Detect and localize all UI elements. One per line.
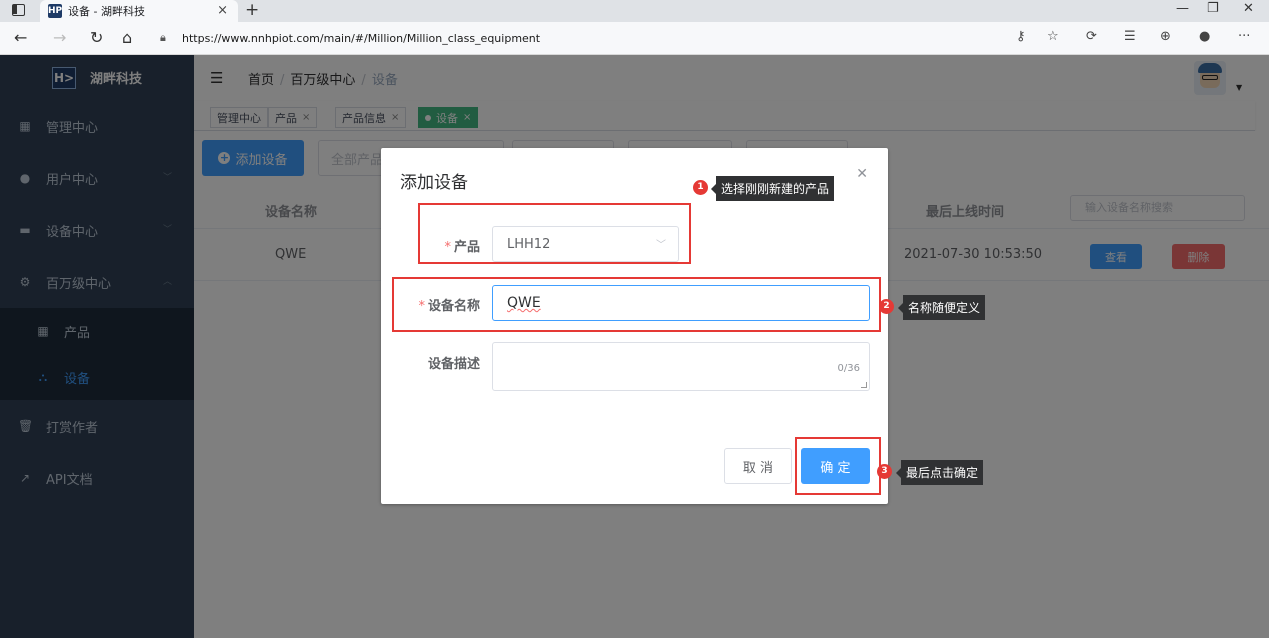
annotation-callout: 名称随便定义 [897,295,986,320]
favorite-add-icon[interactable]: ☆ [1047,29,1059,44]
annotation-box-product [418,203,691,264]
key-icon[interactable]: ⚷ [1016,29,1026,44]
more-icon[interactable]: ··· [1238,29,1250,44]
dialog-title: 添加设备 [400,173,468,193]
back-icon[interactable]: ← [14,28,27,47]
cancel-button[interactable]: 取 消 [724,448,792,484]
extensions-icon[interactable]: ⟳ [1086,29,1097,44]
browser-titlebar: HP 设备 - 湖畔科技 × + — ❐ ✕ [0,0,1269,22]
annotation-badge: 2 [879,299,894,314]
browser-tab[interactable]: HP 设备 - 湖畔科技 × [40,0,238,22]
tab-title: 设备 - 湖畔科技 [68,5,145,18]
annotation-callout: 最后点击确定 [895,460,984,485]
favorites-icon[interactable]: ☰ [1124,29,1136,44]
minimize-icon[interactable]: — [1176,1,1189,16]
annotation-box-confirm [795,437,881,495]
reload-icon[interactable]: ↻ [90,28,103,47]
url-field[interactable]: 🔒︎ https://www.nnhpiot.com/main/#/Millio… [160,26,1110,50]
device-desc-label: 设备描述 [427,357,480,372]
annotation-badge: 3 [877,464,892,479]
maximize-icon[interactable]: ❐ [1207,1,1219,16]
new-tab-icon[interactable]: + [245,0,259,20]
tab-actions-icon[interactable] [12,4,25,16]
forward-icon[interactable]: → [53,28,66,47]
favicon-icon: HP [47,4,63,18]
url-text: https://www.nnhpiot.com/main/#/Million/M… [182,31,541,45]
home-icon[interactable]: ⌂ [122,28,132,47]
tab-close-icon[interactable]: × [217,3,228,18]
close-icon[interactable]: ✕ [856,166,868,182]
annotation-box-name [392,277,881,332]
device-desc-textarea[interactable]: 0/36 [492,342,870,391]
annotation-badge: 1 [693,180,708,195]
lock-icon: 🔒︎ [160,31,166,44]
resize-handle-icon[interactable] [861,382,867,388]
profile-icon[interactable]: ● [1199,29,1210,44]
annotation-callout: 选择刚刚新建的产品 [710,176,835,201]
address-bar: ← → ↻ ⌂ 🔒︎ https://www.nnhpiot.com/main/… [0,22,1269,55]
window-close-icon[interactable]: ✕ [1243,1,1254,16]
collections-icon[interactable]: ⊕ [1160,29,1171,44]
char-counter: 0/36 [837,363,860,374]
